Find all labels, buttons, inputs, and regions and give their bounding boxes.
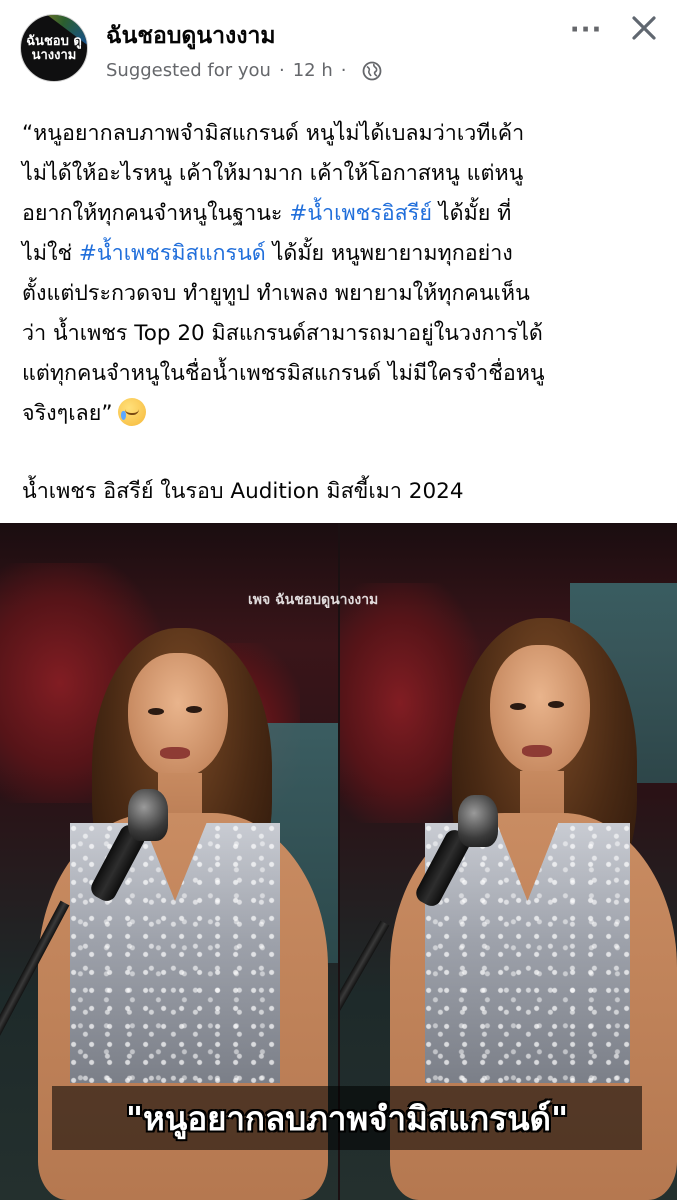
page-name[interactable]: ฉันชอบดูนางงาม xyxy=(106,18,276,54)
post-header: ฉันชอบ ดูนางงาม ฉันชอบดูนางงาม Suggested… xyxy=(0,0,677,100)
photo-subtitle: "หนูอยากลบภาพจำมิสแกรนด์" xyxy=(125,1098,569,1138)
close-button[interactable] xyxy=(626,10,662,46)
post-body: “หนูอยากลบภาพจำมิสแกรนด์ หนูไม่ได้เบลมว่… xyxy=(22,114,662,434)
post-caption: น้ำเพชร อิสรีย์ ในรอบ Audition มิสขี้เมา… xyxy=(22,479,464,504)
post-line-text: ไม่ใช่ xyxy=(22,241,73,266)
post-time[interactable]: 12 h xyxy=(293,60,333,81)
post-line: แต่ทุกคนจำหนูในชื่อน้ำเพชรมิสแกรนด์ ไม่ม… xyxy=(22,361,545,386)
post-line-text: จริงๆเลย” xyxy=(22,401,113,426)
post-line: ไม่ได้ให้อะไรหนู เค้าให้มามาก เค้าให้โอก… xyxy=(22,161,524,186)
post-line: จริงๆเลย” xyxy=(22,394,662,434)
page-avatar[interactable]: ฉันชอบ ดูนางงาม xyxy=(20,14,88,82)
post-line: ไม่ใช่ #น้ำเพชรมิสแกรนด์ ได้มั้ย หนูพยาย… xyxy=(22,234,662,274)
post-line: “หนูอยากลบภาพจำมิสแกรนด์ หนูไม่ได้เบลมว่… xyxy=(22,121,525,146)
smiling-face-with-tear-icon xyxy=(118,398,147,426)
suggested-label: Suggested for you xyxy=(106,60,271,81)
more-options-icon: ··· xyxy=(569,15,603,45)
post-line: ว่า น้ำเพชร Top 20 มิสแกรนด์สามารถมาอยู่… xyxy=(22,321,543,346)
avatar-logo-text: ฉันชอบ ดูนางงาม xyxy=(26,34,82,63)
post-line-text: อยากให้ทุกคนจำหนูในฐานะ xyxy=(22,201,283,226)
meta-separator: · xyxy=(278,60,285,81)
globe-icon xyxy=(362,61,382,81)
photo-watermark: เพจ ฉันชอบดูนางงาม xyxy=(248,592,379,608)
post-meta: Suggested for you · 12 h · xyxy=(106,60,382,81)
post-line: อยากให้ทุกคนจำหนูในฐานะ #น้ำเพชรอิสรีย์ … xyxy=(22,194,662,234)
more-options-button[interactable]: ··· xyxy=(570,14,602,46)
meta-separator: · xyxy=(340,60,347,81)
hashtag-link[interactable]: #น้ำเพชรมิสแกรนด์ xyxy=(79,241,266,266)
hashtag-link[interactable]: #น้ำเพชรอิสรีย์ xyxy=(289,201,432,226)
post-photo[interactable]: เพจ ฉันชอบดูนางงาม "หนูอยากลบภาพจำมิสแกร… xyxy=(0,523,677,1200)
post-line: ตั้งแต่ประกวดจบ ทำยูทูป ทำเพลง พยายามให้… xyxy=(22,281,530,306)
post-line-text: ได้มั้ย หนูพยายามทุกอย่าง xyxy=(272,241,513,266)
close-icon xyxy=(632,16,656,40)
post-line-text: ได้มั้ย ที่ xyxy=(438,201,512,226)
